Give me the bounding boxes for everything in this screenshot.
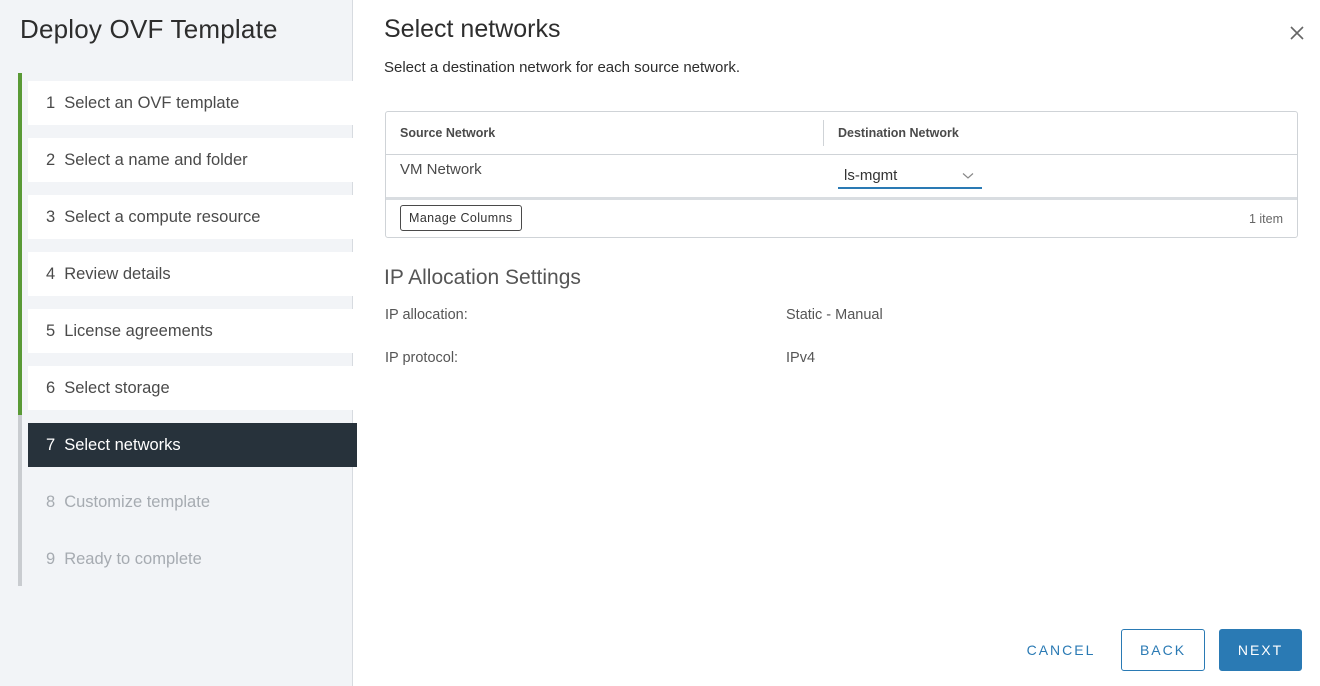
step-number: 4 (46, 264, 56, 283)
ip-protocol-value: IPv4 (786, 350, 816, 366)
step-label: Select storage (64, 378, 170, 397)
next-button[interactable]: NEXT (1219, 629, 1302, 671)
chevron-down-icon (962, 173, 974, 179)
page-title: Select networks (384, 15, 561, 43)
network-mapping-grid: Source Network Destination Network VM Ne… (385, 111, 1298, 238)
wizard-title: Deploy OVF Template (20, 14, 278, 44)
step-label: Ready to complete (64, 549, 202, 568)
cancel-button[interactable]: CANCEL (1015, 629, 1107, 671)
step-label: Customize template (64, 492, 210, 511)
wizard-content: Select networks Select a destination net… (353, 0, 1320, 686)
ip-allocation-value: Static - Manual (786, 307, 883, 323)
step-label: Select networks (64, 435, 181, 454)
ip-allocation-settings-title: IP Allocation Settings (384, 266, 581, 289)
step-number: 1 (46, 93, 56, 112)
ip-allocation-label: IP allocation: (385, 307, 468, 323)
step-number: 8 (46, 492, 56, 511)
wizard-steps: 1 Select an OVF template 2 Select a name a… (18, 73, 357, 586)
step-number: 5 (46, 321, 56, 340)
step-number: 3 (46, 207, 56, 226)
wizard-step-7[interactable]: 7 Select networks (22, 415, 357, 472)
ip-protocol-label: IP protocol: (385, 350, 459, 366)
wizard-step-9: 9 Ready to complete (22, 529, 353, 586)
item-count: 1 item (1248, 212, 1283, 226)
grid-footer: Manage Columns 1 item (386, 200, 1297, 238)
table-row: VM Network ls-mgmt (386, 155, 1297, 200)
step-label: License agreements (64, 321, 213, 340)
wizard-step-4[interactable]: 4 Review details (22, 244, 357, 301)
page-subtitle: Select a destination network for each so… (384, 59, 741, 76)
step-number: 6 (46, 378, 56, 397)
wizard-step-1[interactable]: 1 Select an OVF template (22, 73, 357, 130)
back-button[interactable]: BACK (1121, 629, 1205, 671)
grid-header: Source Network Destination Network (386, 112, 1297, 155)
wizard-step-8: 8 Customize template (22, 472, 353, 529)
close-icon (1290, 26, 1304, 40)
wizard-sidebar: Deploy OVF Template 1 Select an OVF templ… (0, 0, 357, 686)
step-label: Select a name and folder (64, 150, 248, 169)
deploy-ovf-wizard: Deploy OVF Template 1 Select an OVF templ… (0, 0, 1320, 686)
step-label: Select a compute resource (64, 207, 261, 226)
wizard-step-3[interactable]: 3 Select a compute resource (22, 187, 357, 244)
wizard-step-5[interactable]: 5 License agreements (22, 301, 357, 358)
column-header-destination-network[interactable]: Destination Network (824, 112, 959, 154)
destination-network-value: ls-mgmt (844, 166, 898, 184)
step-number: 7 (46, 435, 56, 454)
step-label: Select an OVF template (64, 93, 240, 112)
step-label: Review details (64, 264, 171, 283)
source-network-cell: VM Network (400, 161, 482, 178)
step-number: 9 (46, 549, 56, 568)
wizard-step-2[interactable]: 2 Select a name and folder (22, 130, 357, 187)
wizard-step-6[interactable]: 6 Select storage (22, 358, 357, 415)
close-button[interactable] (1286, 22, 1308, 44)
destination-network-select[interactable]: ls-mgmt (838, 163, 982, 189)
manage-columns-button[interactable]: Manage Columns (400, 205, 522, 231)
column-header-source-network[interactable]: Source Network (386, 112, 824, 154)
step-number: 2 (46, 150, 56, 169)
